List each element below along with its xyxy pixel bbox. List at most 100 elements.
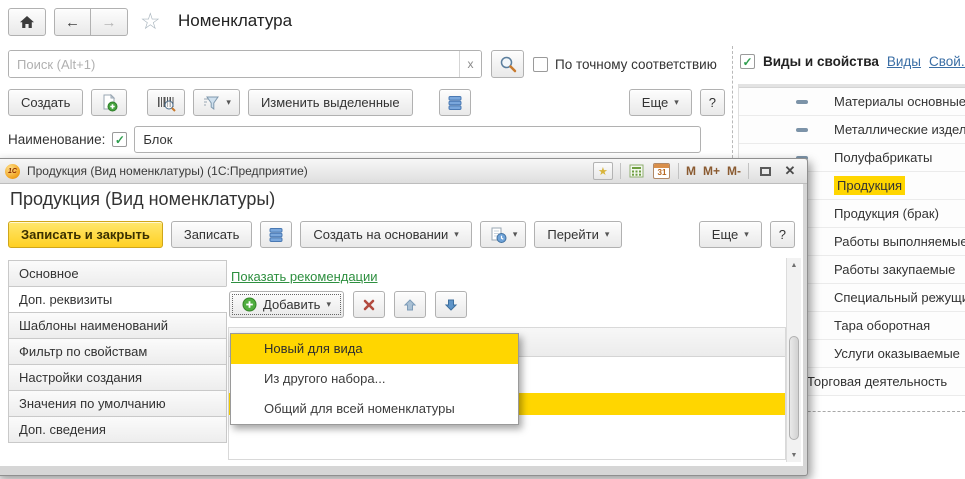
- list-icon: [269, 227, 283, 243]
- clear-icon: x: [468, 57, 474, 71]
- tab-filtr-po-svoystvam[interactable]: Фильтр по свойствам: [8, 338, 227, 365]
- modal-window: 1С Продукция (Вид номенклатуры) (1С:Пред…: [0, 158, 808, 476]
- show-recommendations-link[interactable]: Показать рекомендации: [231, 269, 378, 284]
- calendar-button[interactable]: 31: [653, 162, 671, 180]
- list-item[interactable]: Материалы основные: [739, 88, 965, 116]
- calculator-button[interactable]: [628, 162, 646, 180]
- delete-x-icon: [362, 298, 376, 312]
- types-props-checkbox[interactable]: ✓: [740, 54, 755, 69]
- list-item-label: Полуфабрикаты: [834, 150, 932, 165]
- more-button[interactable]: Еще ▾: [699, 221, 762, 248]
- favorite-star-icon[interactable]: ☆: [140, 8, 161, 35]
- name-filter-label: Наименование:: [8, 132, 105, 147]
- memory-mminus-button[interactable]: M-: [727, 164, 741, 178]
- save-and-close-button[interactable]: Записать и закрыть: [8, 221, 163, 248]
- star-icon: ★: [598, 165, 608, 178]
- menu-item-from-other-set[interactable]: Из другого набора...: [231, 364, 518, 394]
- properties-link[interactable]: Свой...: [929, 54, 965, 69]
- list-item-label: Работы выполняемые: [834, 234, 965, 249]
- help-button[interactable]: ?: [770, 221, 795, 248]
- copy-history-button[interactable]: ▾: [480, 221, 527, 248]
- create-button-label: Создать: [21, 95, 70, 110]
- back-icon: ←: [65, 14, 80, 31]
- create-button[interactable]: Создать: [8, 89, 83, 116]
- maximize-button[interactable]: [756, 162, 774, 180]
- close-icon: ✕: [785, 163, 796, 179]
- check-icon: ✓: [742, 56, 752, 68]
- list-settings-button[interactable]: [260, 221, 292, 248]
- delete-button[interactable]: [353, 291, 385, 318]
- add-button[interactable]: Добавить ▾: [229, 291, 344, 318]
- list-item-label: Продукция: [834, 176, 905, 195]
- list-item[interactable]: Металлические издели: [739, 116, 965, 144]
- panel-separator: [732, 46, 733, 158]
- modal-title: Продукция (Вид номенклатуры) (1С:Предпри…: [27, 164, 308, 178]
- name-filter-input[interactable]: [134, 126, 701, 153]
- move-down-button[interactable]: [435, 291, 467, 318]
- help-label: ?: [709, 95, 716, 110]
- list-item-label: Услуги оказываемые: [834, 346, 960, 361]
- add-dropdown-menu: Новый для вида Из другого набора... Общи…: [230, 333, 519, 425]
- menu-item-new-for-type[interactable]: Новый для вида: [231, 334, 518, 364]
- move-up-button[interactable]: [394, 291, 426, 318]
- document-plus-icon: [100, 94, 118, 112]
- memory-mplus-button[interactable]: M+: [703, 164, 720, 178]
- add-label: Добавить: [263, 297, 320, 312]
- forward-button[interactable]: →: [91, 8, 128, 36]
- filter-button[interactable]: ▾: [193, 89, 240, 116]
- clear-search-button[interactable]: x: [459, 51, 481, 77]
- save-and-close-label: Записать и закрыть: [21, 227, 150, 242]
- tab-dop-rekvizity[interactable]: Доп. реквизиты: [8, 286, 227, 313]
- document-clock-icon: [489, 226, 507, 244]
- attributes-toolbar: Добавить ▾: [229, 291, 467, 318]
- back-button[interactable]: ←: [54, 8, 91, 36]
- barcode-scan-button[interactable]: [147, 89, 185, 116]
- search-button[interactable]: [491, 50, 524, 78]
- plus-icon: [242, 297, 257, 312]
- add-favorite-button[interactable]: ★: [593, 162, 613, 180]
- list-item-label: Работы закупаемые: [834, 262, 955, 277]
- menu-item-common-for-all[interactable]: Общий для всей номенклатуры: [231, 394, 518, 424]
- exact-match-option: По точному соответствию: [533, 57, 717, 72]
- create-group-button[interactable]: [91, 89, 127, 116]
- tab-shablony-naimenovaniy[interactable]: Шаблоны наименований: [8, 312, 227, 339]
- search-box: x: [8, 50, 482, 78]
- close-button[interactable]: ✕: [781, 162, 799, 180]
- tab-osnovnoe[interactable]: Основное: [8, 260, 227, 287]
- more-button[interactable]: Еще ▾: [629, 89, 692, 116]
- save-button[interactable]: Записать: [171, 221, 253, 248]
- more-label: Еще: [712, 227, 738, 242]
- list-item-label: Металлические издели: [834, 122, 965, 137]
- vertical-scrollbar[interactable]: ▲ ▼: [786, 258, 801, 462]
- scroll-down-arrow[interactable]: ▼: [787, 448, 801, 462]
- chevron-down-icon: ▾: [326, 300, 331, 309]
- create-based-on-label: Создать на основании: [313, 227, 448, 242]
- goto-label: Перейти: [547, 227, 599, 242]
- exact-match-checkbox[interactable]: [533, 57, 548, 72]
- search-input[interactable]: [9, 51, 459, 77]
- types-link[interactable]: Виды: [887, 54, 921, 69]
- name-filter-checkbox[interactable]: ✓: [112, 132, 127, 147]
- modal-titlebar[interactable]: 1С Продукция (Вид номенклатуры) (1С:Пред…: [0, 159, 807, 184]
- list-settings-button[interactable]: [439, 89, 471, 116]
- home-icon: [19, 15, 35, 29]
- scrollbar-thumb[interactable]: [789, 336, 799, 440]
- tab-znacheniya-po-umolchaniyu[interactable]: Значения по умолчанию: [8, 390, 227, 417]
- home-button[interactable]: [8, 8, 46, 36]
- titlebar-icons: ★ 31: [593, 162, 799, 180]
- calculator-icon: [629, 164, 644, 178]
- list-item-label: Продукция (брак): [834, 206, 939, 221]
- help-button[interactable]: ?: [700, 89, 725, 116]
- memory-m-button[interactable]: M: [686, 164, 696, 178]
- goto-button[interactable]: Перейти ▾: [534, 221, 622, 248]
- tab-dop-svedeniya[interactable]: Доп. сведения: [8, 416, 227, 443]
- arrow-up-icon: [403, 298, 417, 312]
- scroll-up-arrow[interactable]: ▲: [787, 258, 801, 272]
- tab-nastroyki-sozdaniya[interactable]: Настройки создания: [8, 364, 227, 391]
- titlebar-separator: [678, 163, 679, 179]
- modal-tabs: Основное Доп. реквизиты Шаблоны наименов…: [8, 260, 227, 443]
- barcode-icon: [156, 94, 176, 112]
- maximize-icon: [760, 167, 771, 176]
- create-based-on-button[interactable]: Создать на основании ▾: [300, 221, 471, 248]
- edit-selected-button[interactable]: Изменить выделенные: [248, 89, 413, 116]
